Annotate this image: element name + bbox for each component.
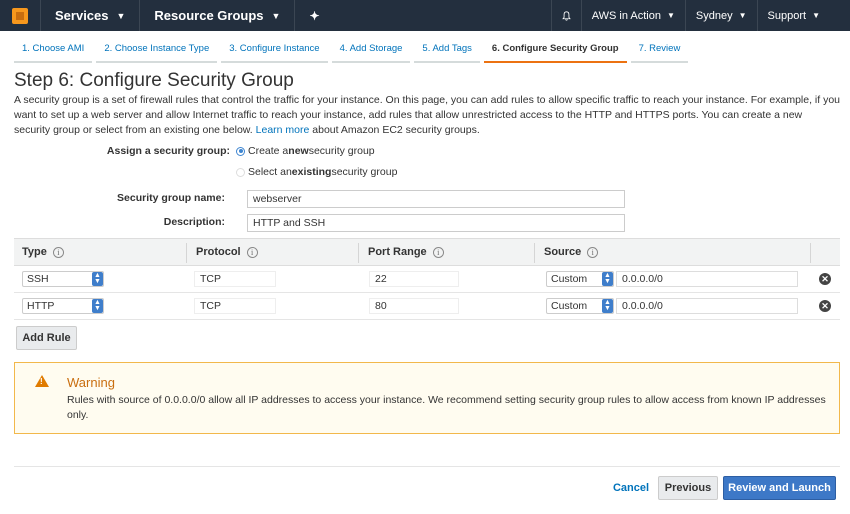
- radio-selected-icon: [236, 146, 245, 156]
- type-value: HTTP: [27, 300, 55, 312]
- warning-title: Warning: [67, 375, 115, 390]
- page-title: Step 6: Configure Security Group: [14, 70, 294, 91]
- tab-review[interactable]: 7. Review: [630, 38, 689, 63]
- radio-create-new[interactable]: Create a new security group: [236, 145, 375, 157]
- header-port-range-label: Port Range: [368, 246, 427, 258]
- security-rules-table: Type i Protocol i Port Range i Source i SSH ▲…: [14, 238, 840, 320]
- account-menu[interactable]: AWS in Action ▼: [580, 0, 685, 31]
- source-cidr-input[interactable]: 0.0.0.0/0: [616, 298, 798, 314]
- radio-create-bold: new: [288, 145, 309, 157]
- remove-rule-icon[interactable]: ✕: [819, 300, 831, 312]
- support-label: Support: [767, 9, 807, 22]
- radio-select-bold: existing: [291, 166, 332, 178]
- header-protocol-label: Protocol: [196, 246, 241, 258]
- port-range-input[interactable]: 22: [369, 271, 459, 287]
- table-row: SSH ▲ ▼ TCP 22 Custom ▲ ▼ 0.0.0.0/0 ✕: [14, 266, 840, 293]
- column-divider: [810, 243, 811, 263]
- warning-text: Rules with source of 0.0.0.0/0 allow all…: [67, 394, 826, 421]
- footer-divider: [14, 466, 840, 467]
- table-header: Type i Protocol i Port Range i Source i: [14, 238, 840, 266]
- services-label: Services: [55, 8, 109, 23]
- previous-button[interactable]: Previous: [658, 476, 718, 500]
- warning-icon: !: [35, 375, 49, 387]
- chevron-down-icon: ▼: [116, 10, 126, 21]
- intro-suffix: about Amazon EC2 security groups.: [312, 124, 480, 136]
- radio-select-existing[interactable]: Select an existing security group: [236, 166, 397, 178]
- header-source-label: Source: [544, 246, 582, 258]
- description-label: Description:: [163, 216, 225, 228]
- aws-logo-icon[interactable]: [0, 0, 40, 31]
- table-row: HTTP ▲ ▼ TCP 80 Custom ▲ ▼ 0.0.0.0/0 ✕: [14, 293, 840, 320]
- radio-create-prefix: Create a: [248, 145, 289, 157]
- notifications-bell-icon[interactable]: [550, 0, 581, 31]
- chevron-down-icon: ▼: [271, 10, 281, 21]
- select-arrows-icon: ▲ ▼: [602, 272, 613, 286]
- type-select[interactable]: SSH ▲ ▼: [22, 271, 104, 287]
- radio-create-suffix: security group: [308, 145, 375, 157]
- source-mode-value: Custom: [551, 273, 588, 285]
- account-label: AWS in Action: [591, 9, 661, 22]
- top-nav-bar: Services ▼ Resource Groups ▼ ✦ AWS in Ac…: [0, 0, 850, 31]
- region-label: Sydney: [695, 9, 733, 22]
- security-group-name-label: Security group name:: [117, 192, 225, 204]
- column-divider: [534, 243, 535, 263]
- header-protocol: Protocol i: [196, 246, 258, 258]
- radio-unselected-icon: [236, 167, 245, 177]
- port-range-input[interactable]: 80: [369, 298, 459, 314]
- add-rule-button[interactable]: Add Rule: [16, 326, 77, 350]
- type-select[interactable]: HTTP ▲ ▼: [22, 298, 104, 314]
- description-input[interactable]: HTTP and SSH: [247, 214, 625, 232]
- info-icon[interactable]: i: [587, 246, 599, 258]
- select-arrows-icon: ▲ ▼: [92, 299, 103, 313]
- tab-add-storage[interactable]: 4. Add Storage: [331, 38, 411, 63]
- region-menu[interactable]: Sydney ▼: [684, 0, 757, 31]
- security-group-name-input[interactable]: webserver: [247, 190, 625, 208]
- type-value: SSH: [27, 273, 49, 285]
- source-cidr-input[interactable]: 0.0.0.0/0: [616, 271, 798, 287]
- tab-add-tags[interactable]: 5. Add Tags: [414, 38, 480, 63]
- tab-configure-instance[interactable]: 3. Configure Instance: [221, 38, 328, 63]
- tab-choose-instance-type[interactable]: 2. Choose Instance Type: [96, 38, 218, 63]
- header-type: Type i: [22, 246, 64, 258]
- header-port-range: Port Range i: [368, 246, 444, 258]
- radio-select-suffix: security group: [331, 166, 398, 178]
- info-icon[interactable]: i: [52, 246, 64, 258]
- info-icon[interactable]: i: [432, 246, 444, 258]
- chevron-down-icon: ▼: [738, 11, 747, 20]
- warning-box: ! Warning Rules with source of 0.0.0.0/0…: [14, 362, 840, 434]
- learn-more-link[interactable]: Learn more: [256, 124, 310, 136]
- pin-icon[interactable]: ✦: [294, 0, 333, 31]
- review-and-launch-button[interactable]: Review and Launch: [723, 476, 836, 500]
- select-arrows-icon: ▲ ▼: [602, 299, 613, 313]
- services-menu[interactable]: Services ▼: [40, 0, 139, 31]
- tab-configure-security-group[interactable]: 6. Configure Security Group: [483, 38, 627, 63]
- protocol-field: TCP: [194, 271, 276, 287]
- chevron-down-icon: ▼: [667, 11, 675, 20]
- resource-groups-label: Resource Groups: [154, 8, 264, 23]
- resource-groups-menu[interactable]: Resource Groups ▼: [139, 0, 294, 31]
- tab-choose-ami[interactable]: 1. Choose AMI: [14, 38, 93, 63]
- source-mode-value: Custom: [551, 300, 588, 312]
- assign-security-group-label: Assign a security group:: [106, 145, 230, 157]
- info-icon[interactable]: i: [246, 246, 258, 258]
- source-mode-select[interactable]: Custom ▲ ▼: [546, 298, 614, 314]
- cancel-button[interactable]: Cancel: [608, 476, 654, 500]
- remove-rule-icon[interactable]: ✕: [819, 273, 831, 285]
- source-mode-select[interactable]: Custom ▲ ▼: [546, 271, 614, 287]
- chevron-down-icon: ▼: [812, 11, 820, 20]
- column-divider: [186, 243, 187, 263]
- header-type-label: Type: [22, 246, 47, 258]
- column-divider: [358, 243, 359, 263]
- protocol-field: TCP: [194, 298, 276, 314]
- radio-select-prefix: Select an: [248, 166, 292, 178]
- header-source: Source i: [544, 246, 599, 258]
- page-intro: A security group is a set of firewall ru…: [14, 93, 840, 138]
- wizard-steps: 1. Choose AMI 2. Choose Instance Type 3.…: [14, 38, 692, 63]
- select-arrows-icon: ▲ ▼: [92, 272, 103, 286]
- support-menu[interactable]: Support ▼: [756, 0, 850, 31]
